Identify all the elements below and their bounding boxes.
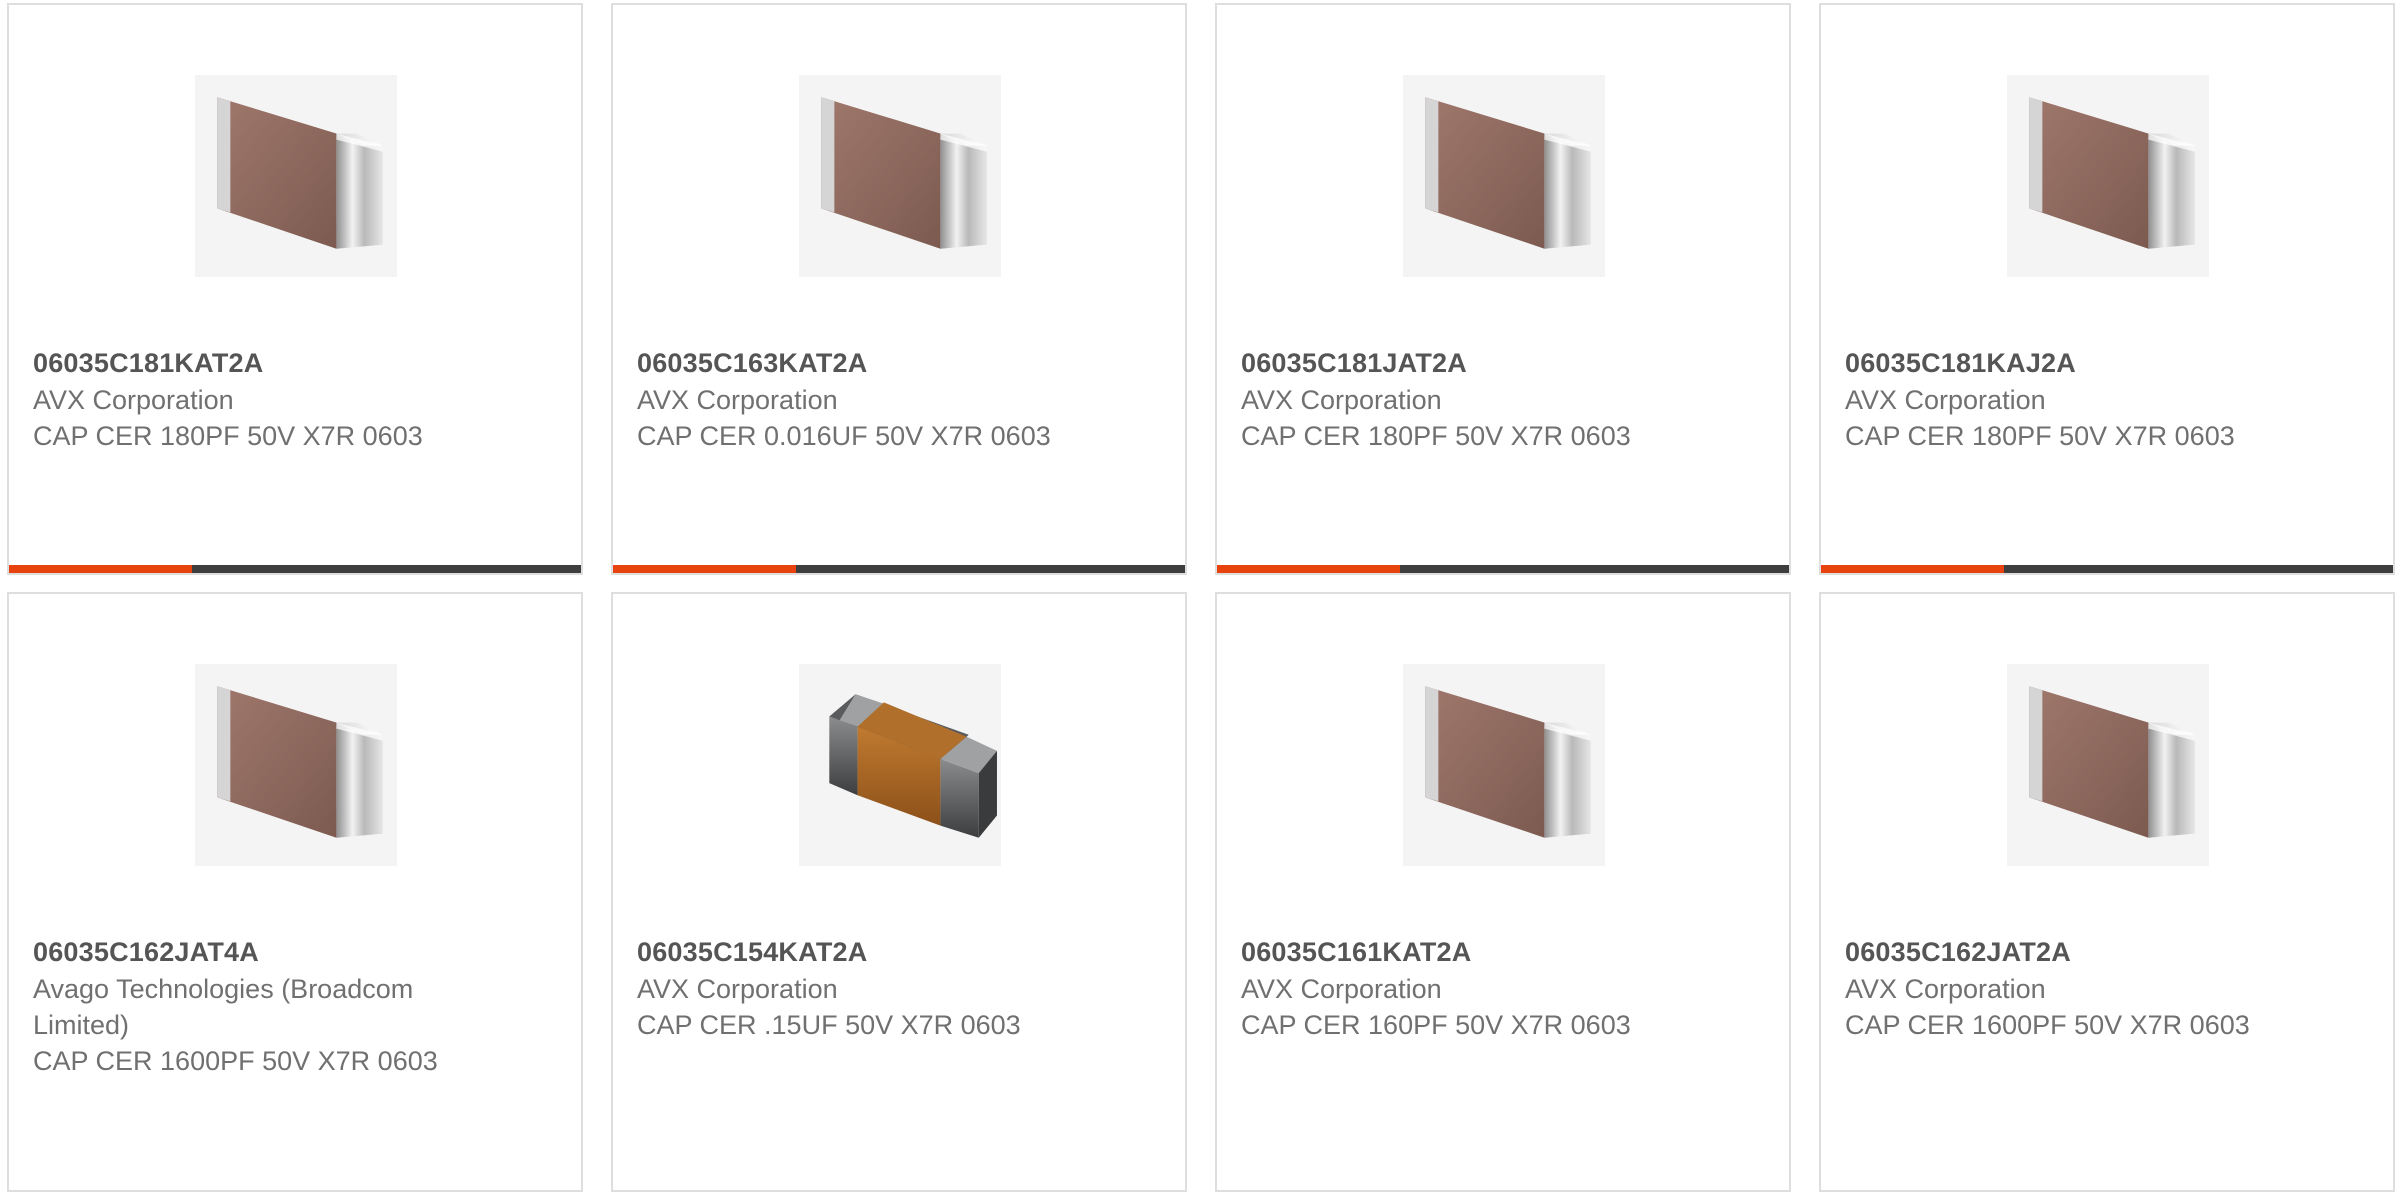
- product-info: 06035C181KAJ2A AVX Corporation CAP CER 1…: [1845, 345, 2285, 454]
- manufacturer-name: AVX Corporation: [1845, 974, 2046, 1004]
- capacitor-image-icon[interactable]: [2007, 75, 2209, 277]
- product-card[interactable]: 06035C181KAT2A AVX Corporation CAP CER 1…: [7, 3, 583, 575]
- progress-bar: [9, 565, 581, 573]
- product-card[interactable]: 06035C162JAT2A AVX Corporation CAP CER 1…: [1819, 592, 2395, 1192]
- product-description: CAP CER 180PF 50V X7R 0603: [33, 421, 423, 451]
- product-description: CAP CER 180PF 50V X7R 0603: [1845, 421, 2235, 451]
- progress-bar-fill: [1821, 565, 2005, 573]
- part-number-link[interactable]: 06035C154KAT2A: [637, 934, 1077, 971]
- product-info: 06035C163KAT2A AVX Corporation CAP CER 0…: [637, 345, 1077, 454]
- product-card[interactable]: 06035C161KAT2A AVX Corporation CAP CER 1…: [1215, 592, 1791, 1192]
- product-description: CAP CER 160PF 50V X7R 0603: [1241, 1010, 1631, 1040]
- capacitor-image-icon[interactable]: [799, 664, 1001, 866]
- product-info: 06035C162JAT4A Avago Technologies (Broad…: [33, 934, 473, 1079]
- product-info: 06035C154KAT2A AVX Corporation CAP CER .…: [637, 934, 1077, 1043]
- progress-bar-fill: [1217, 565, 1401, 573]
- product-card[interactable]: 06035C162JAT4A Avago Technologies (Broad…: [7, 592, 583, 1192]
- product-description: CAP CER 1600PF 50V X7R 0603: [33, 1046, 438, 1076]
- manufacturer-name: Avago Technologies (Broadcom Limited): [33, 974, 414, 1040]
- progress-bar: [613, 565, 1185, 573]
- capacitor-image-icon[interactable]: [195, 75, 397, 277]
- progress-bar-fill: [9, 565, 193, 573]
- manufacturer-name: AVX Corporation: [1241, 974, 1442, 1004]
- part-number-link[interactable]: 06035C163KAT2A: [637, 345, 1077, 382]
- part-number-link[interactable]: 06035C162JAT2A: [1845, 934, 2285, 971]
- product-description: CAP CER 0.016UF 50V X7R 0603: [637, 421, 1051, 451]
- product-info: 06035C162JAT2A AVX Corporation CAP CER 1…: [1845, 934, 2285, 1043]
- manufacturer-name: AVX Corporation: [637, 974, 838, 1004]
- product-grid: 06035C181KAT2A AVX Corporation CAP CER 1…: [0, 0, 2400, 1192]
- capacitor-image-icon[interactable]: [1403, 75, 1605, 277]
- product-card[interactable]: 06035C181KAJ2A AVX Corporation CAP CER 1…: [1819, 3, 2395, 575]
- part-number-link[interactable]: 06035C181JAT2A: [1241, 345, 1681, 382]
- manufacturer-name: AVX Corporation: [637, 385, 838, 415]
- part-number-link[interactable]: 06035C161KAT2A: [1241, 934, 1681, 971]
- product-card[interactable]: 06035C181JAT2A AVX Corporation CAP CER 1…: [1215, 3, 1791, 575]
- part-number-link[interactable]: 06035C162JAT4A: [33, 934, 473, 971]
- product-info: 06035C161KAT2A AVX Corporation CAP CER 1…: [1241, 934, 1681, 1043]
- manufacturer-name: AVX Corporation: [33, 385, 234, 415]
- manufacturer-name: AVX Corporation: [1241, 385, 1442, 415]
- product-info: 06035C181JAT2A AVX Corporation CAP CER 1…: [1241, 345, 1681, 454]
- capacitor-image-icon[interactable]: [2007, 664, 2209, 866]
- capacitor-image-icon[interactable]: [1403, 664, 1605, 866]
- capacitor-image-icon[interactable]: [799, 75, 1001, 277]
- part-number-link[interactable]: 06035C181KAJ2A: [1845, 345, 2285, 382]
- product-description: CAP CER .15UF 50V X7R 0603: [637, 1010, 1021, 1040]
- progress-bar-fill: [613, 565, 797, 573]
- manufacturer-name: AVX Corporation: [1845, 385, 2046, 415]
- product-description: CAP CER 1600PF 50V X7R 0603: [1845, 1010, 2250, 1040]
- product-description: CAP CER 180PF 50V X7R 0603: [1241, 421, 1631, 451]
- product-card[interactable]: 06035C163KAT2A AVX Corporation CAP CER 0…: [611, 3, 1187, 575]
- product-card[interactable]: 06035C154KAT2A AVX Corporation CAP CER .…: [611, 592, 1187, 1192]
- part-number-link[interactable]: 06035C181KAT2A: [33, 345, 473, 382]
- product-info: 06035C181KAT2A AVX Corporation CAP CER 1…: [33, 345, 473, 454]
- progress-bar: [1217, 565, 1789, 573]
- capacitor-image-icon[interactable]: [195, 664, 397, 866]
- progress-bar: [1821, 565, 2393, 573]
